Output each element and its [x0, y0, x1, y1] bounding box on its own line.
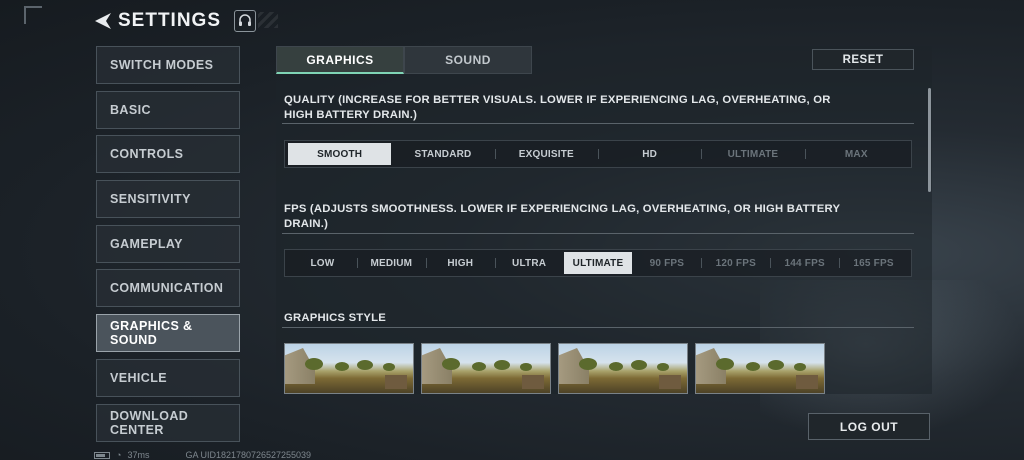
fps-option-ultra[interactable]: ULTRA [494, 252, 564, 274]
fps-divider [282, 233, 914, 234]
fps-options: LOW MEDIUM HIGH ULTRA ULTIMATE 90 FPS 120 FPS 1… [284, 249, 912, 277]
ping-value: 37ms [127, 450, 150, 460]
sidebar-item-communication[interactable]: COMMUNICATION [96, 269, 240, 308]
sidebar-item-switch-modes[interactable]: SWITCH MODES [96, 46, 240, 84]
fps-option-high[interactable]: HIGH [425, 252, 495, 274]
graphics-style-thumbnail[interactable] [284, 343, 414, 394]
graphics-style-thumbnail[interactable] [558, 343, 688, 394]
logout-button[interactable]: LOG OUT [808, 413, 930, 440]
sidebar-item-vehicle[interactable]: VEHICLE [96, 358, 240, 397]
back-arrow-icon[interactable] [92, 10, 114, 32]
quality-option-exquisite[interactable]: EXQUISITE [494, 143, 598, 165]
header-stripes [258, 12, 278, 28]
sidebar-item-controls[interactable]: CONTROLS [96, 135, 240, 174]
sidebar-item-basic[interactable]: BASIC [96, 90, 240, 129]
tab-sound[interactable]: SOUND [404, 46, 532, 74]
quality-option-smooth[interactable]: SMOOTH [288, 143, 392, 165]
quality-title: QUALITY (INCREASE FOR BETTER VISUALS. LO… [284, 94, 831, 121]
fps-option-165-fps[interactable]: 165 FPS [839, 252, 908, 274]
quality-option-hd[interactable]: HD [597, 143, 701, 165]
sidebar-item-graphics-sound[interactable]: GRAPHICS & SOUND [96, 314, 240, 353]
fps-option-90-fps[interactable]: 90 FPS [632, 252, 701, 274]
fps-option-low[interactable]: LOW [288, 252, 357, 274]
fps-title: FPS (ADJUSTS SMOOTHNESS. LOWER IF EXPERI… [284, 203, 840, 230]
graphics-style-thumbnail[interactable] [421, 343, 551, 394]
scrollbar[interactable] [928, 88, 931, 192]
page-title: SETTINGS [118, 10, 222, 31]
graphics-style-options [284, 343, 825, 394]
status-bar: ◔ 37ms GA UID1821780726527255039 [94, 450, 311, 460]
battery-icon [94, 451, 110, 459]
quality-divider [282, 123, 914, 124]
graphics-style-thumbnail[interactable] [695, 343, 825, 394]
graphics-style-title: GRAPHICS STYLE [284, 312, 386, 324]
uid-text: GA UID1821780726527255039 [185, 450, 312, 460]
sidebar: SWITCH MODES BASIC CONTROLS SENSITIVITY GAME… [96, 46, 240, 448]
settings-panel: GRAPHICS SOUND RESET QUALITY (INCREASE F… [276, 46, 932, 394]
tab-bar: GRAPHICS SOUND [276, 46, 532, 74]
header: SETTINGS [92, 8, 221, 34]
fps-option-medium[interactable]: MEDIUM [356, 252, 426, 274]
tab-graphics[interactable]: GRAPHICS [276, 46, 404, 74]
quality-option-max[interactable]: MAX [804, 143, 908, 165]
corner-bracket [24, 6, 42, 24]
graphics-style-divider [282, 327, 914, 328]
fps-option-ultimate[interactable]: ULTIMATE [563, 252, 633, 274]
sidebar-item-download-center[interactable]: DOWNLOAD CENTER [96, 403, 240, 442]
quality-options: SMOOTH STANDARD EXQUISITE HD ULTIMATE MAX [284, 140, 912, 168]
fps-option-120-fps[interactable]: 120 FPS [701, 252, 770, 274]
quality-option-ultimate[interactable]: ULTIMATE [701, 143, 804, 165]
sidebar-item-sensitivity[interactable]: SENSITIVITY [96, 180, 240, 219]
wifi-icon: ◔ [116, 450, 122, 460]
headset-icon[interactable] [234, 10, 256, 32]
reset-button[interactable]: RESET [812, 49, 914, 70]
fps-option-144-fps[interactable]: 144 FPS [770, 252, 839, 274]
sidebar-item-gameplay[interactable]: GAMEPLAY [96, 224, 240, 263]
quality-option-standard[interactable]: STANDARD [391, 143, 494, 165]
